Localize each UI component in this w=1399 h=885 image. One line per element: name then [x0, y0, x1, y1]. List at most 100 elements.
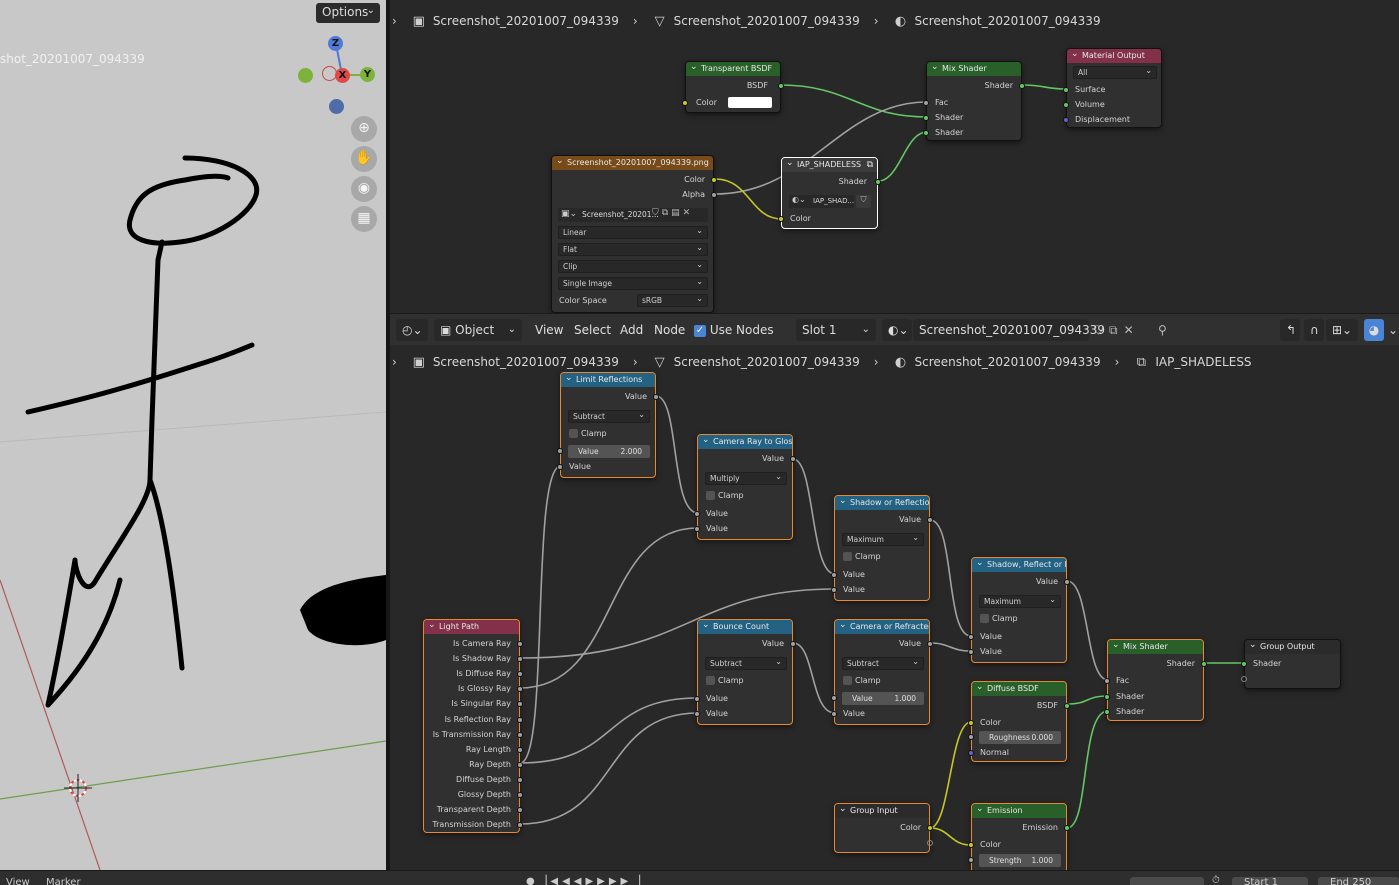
node-limit-reflections[interactable]: Limit Reflections Value Subtract Clamp V… — [557, 372, 659, 478]
operation-dropdown[interactable]: Maximum — [842, 532, 924, 546]
output-socket[interactable] — [517, 641, 523, 647]
node-diffuse-bsdf[interactable]: Diffuse BSDF BSDF Color Roughness0.000 N… — [968, 681, 1070, 762]
use-nodes-toggle[interactable]: ✓ Use Nodes — [694, 319, 774, 341]
input-socket[interactable] — [557, 464, 563, 470]
input-socket[interactable] — [968, 720, 974, 726]
node-group-output[interactable]: Group Output Shader — [1241, 639, 1341, 689]
3d-viewport[interactable]: Options ⌄ shot_20201007_094339 Z X Y ⊕ ✋ … — [0, 0, 386, 870]
roughness-field[interactable]: Roughness 0.000 — [979, 731, 1061, 744]
options-dropdown[interactable]: Options ⌄ — [316, 3, 380, 23]
extension-dropdown[interactable]: Clip — [558, 259, 708, 273]
output-socket[interactable] — [517, 792, 523, 798]
output-socket[interactable] — [711, 192, 717, 198]
node-group-iap-shadeless[interactable]: IAP_SHADELESS ⧉ Shader ◐⌄ IAP_SHAD... ⛉ C… — [778, 157, 881, 229]
output-socket[interactable] — [517, 686, 523, 693]
breadcrumb-mesh[interactable]: ▽ Screenshot_20201007_094339 — [652, 14, 860, 29]
output-socket[interactable] — [927, 825, 933, 831]
menu-view[interactable]: View — [6, 877, 30, 885]
material-name-field[interactable]: Screenshot_20201007_094339 — [913, 319, 1105, 341]
parent-node-tree-button[interactable]: ↰ — [1280, 319, 1300, 341]
output-socket[interactable] — [1064, 825, 1070, 831]
material-browse[interactable]: ◐⌄ — [882, 319, 912, 341]
node-emission[interactable]: Emission Emission Color Strength 1.000 — [968, 803, 1070, 870]
projection-dropdown[interactable]: Flat — [558, 242, 708, 256]
pan-button[interactable]: ✋ — [351, 146, 377, 172]
operation-dropdown[interactable]: Maximum — [979, 594, 1061, 608]
input-socket[interactable] — [923, 115, 929, 121]
input-socket[interactable] — [831, 572, 837, 578]
output-socket[interactable] — [927, 641, 933, 647]
snap-toggle[interactable]: ∩ — [1304, 319, 1324, 341]
fake-user-icon[interactable]: ⛉ — [856, 195, 871, 208]
empty-output-socket[interactable] — [927, 840, 933, 846]
camera-view-button[interactable]: ◉ — [351, 176, 377, 202]
input-socket[interactable] — [694, 696, 700, 702]
input-socket[interactable] — [968, 634, 974, 640]
menu-add[interactable]: Add — [620, 319, 643, 341]
node-camera-or-refracted[interactable]: Camera or Refracted Value Subtract Clamp… — [831, 619, 933, 725]
input-socket[interactable] — [694, 511, 700, 517]
start-frame-field[interactable]: Start 1 — [1232, 877, 1308, 885]
slot-selector[interactable]: Slot 1 ⌄ — [796, 319, 876, 341]
image-action-icons[interactable]: ⛉⧉▤✕ — [652, 208, 693, 218]
output-socket[interactable] — [875, 179, 881, 185]
snap-element-selector[interactable]: ⊞⌄ — [1326, 319, 1358, 341]
chevron-down-icon[interactable]: ⌄ — [1388, 319, 1398, 341]
gizmo-y-axis[interactable]: Y — [360, 67, 375, 82]
node-camera-ray-to-glossy[interactable]: Camera Ray to Glossy Value Multiply Clam… — [694, 434, 796, 540]
zoom-button[interactable]: ⊕ — [351, 116, 377, 142]
input-socket[interactable] — [1241, 661, 1247, 667]
input-socket[interactable] — [1104, 678, 1110, 684]
image-selector[interactable]: ▣⌄ Screenshot_20201... ⛉⧉▤✕ — [558, 208, 708, 222]
node-shadow-reflect-or-refract[interactable]: Shadow, Reflect or R... Value Maximum Cl… — [968, 557, 1070, 663]
color-swatch[interactable] — [728, 97, 772, 108]
output-socket[interactable] — [778, 83, 784, 89]
operation-dropdown[interactable]: Subtract — [842, 656, 924, 670]
node-bounce-count[interactable]: Bounce Count Value Subtract Clamp Value … — [694, 619, 796, 725]
menu-node[interactable]: Node — [654, 319, 685, 341]
node-material-output[interactable]: Material Output All Surface Volume Displ… — [1063, 48, 1162, 128]
input-socket[interactable] — [831, 711, 837, 717]
node-shadow-or-reflection[interactable]: Shadow or Reflection? Value Maximum Clam… — [831, 495, 933, 601]
input-socket[interactable] — [968, 842, 974, 848]
input-socket[interactable] — [1063, 102, 1069, 108]
operation-dropdown[interactable]: Subtract — [705, 656, 787, 670]
gizmo-x-axis[interactable]: X — [335, 68, 350, 83]
input-socket[interactable] — [778, 216, 784, 222]
output-socket[interactable] — [517, 746, 523, 753]
current-frame-field[interactable] — [1130, 877, 1204, 885]
gizmo-z-axis[interactable]: Z — [328, 36, 343, 51]
clock-icon[interactable]: ⏱ — [1212, 875, 1220, 885]
output-socket[interactable] — [517, 701, 523, 708]
input-socket[interactable] — [968, 649, 974, 655]
input-socket[interactable] — [831, 587, 837, 593]
output-socket[interactable] — [517, 656, 523, 663]
output-socket[interactable] — [1064, 703, 1070, 709]
value-field[interactable]: Value 1.000 — [842, 692, 924, 705]
interpolation-dropdown[interactable]: Linear — [558, 225, 708, 239]
output-socket[interactable] — [517, 822, 523, 829]
clamp-checkbox[interactable] — [843, 552, 852, 561]
value-field[interactable]: Value 2.000 — [568, 445, 650, 458]
output-socket[interactable] — [517, 671, 523, 678]
input-socket[interactable] — [1104, 694, 1110, 700]
node-group-icon[interactable]: ⧉ — [867, 158, 873, 172]
menu-view[interactable]: View — [535, 319, 563, 341]
node-transparent-bsdf[interactable]: Transparent BSDF BSDF Color — [682, 61, 784, 113]
end-frame-field[interactable]: End 250 — [1318, 877, 1399, 885]
output-socket[interactable] — [927, 517, 933, 523]
output-socket[interactable] — [517, 761, 523, 768]
clamp-checkbox[interactable] — [569, 429, 578, 438]
node-light-path[interactable]: Light Path Is Camera Ray Is Shadow Ray Is … — [423, 619, 523, 833]
material-actions[interactable]: ⛉⧉✕ — [1094, 319, 1140, 341]
input-socket[interactable] — [1104, 709, 1110, 715]
breadcrumb-node-group[interactable]: ⧉ IAP_SHADELESS — [1133, 355, 1252, 370]
shader-type-selector[interactable]: ▣ Object ⌄ — [434, 319, 522, 341]
shader-editor-bottom[interactable]: › ▣ Screenshot_20201007_094339 › ▽ Screens… — [390, 345, 1399, 870]
node-image-texture[interactable]: Screenshot_20201007_094339.png Color Alp… — [551, 155, 717, 313]
output-socket[interactable] — [517, 731, 523, 738]
output-socket[interactable] — [790, 641, 796, 647]
pin-icon[interactable]: ⚲ — [1158, 319, 1167, 341]
source-dropdown[interactable]: Single Image — [558, 276, 708, 290]
empty-input-socket[interactable] — [1241, 676, 1247, 682]
